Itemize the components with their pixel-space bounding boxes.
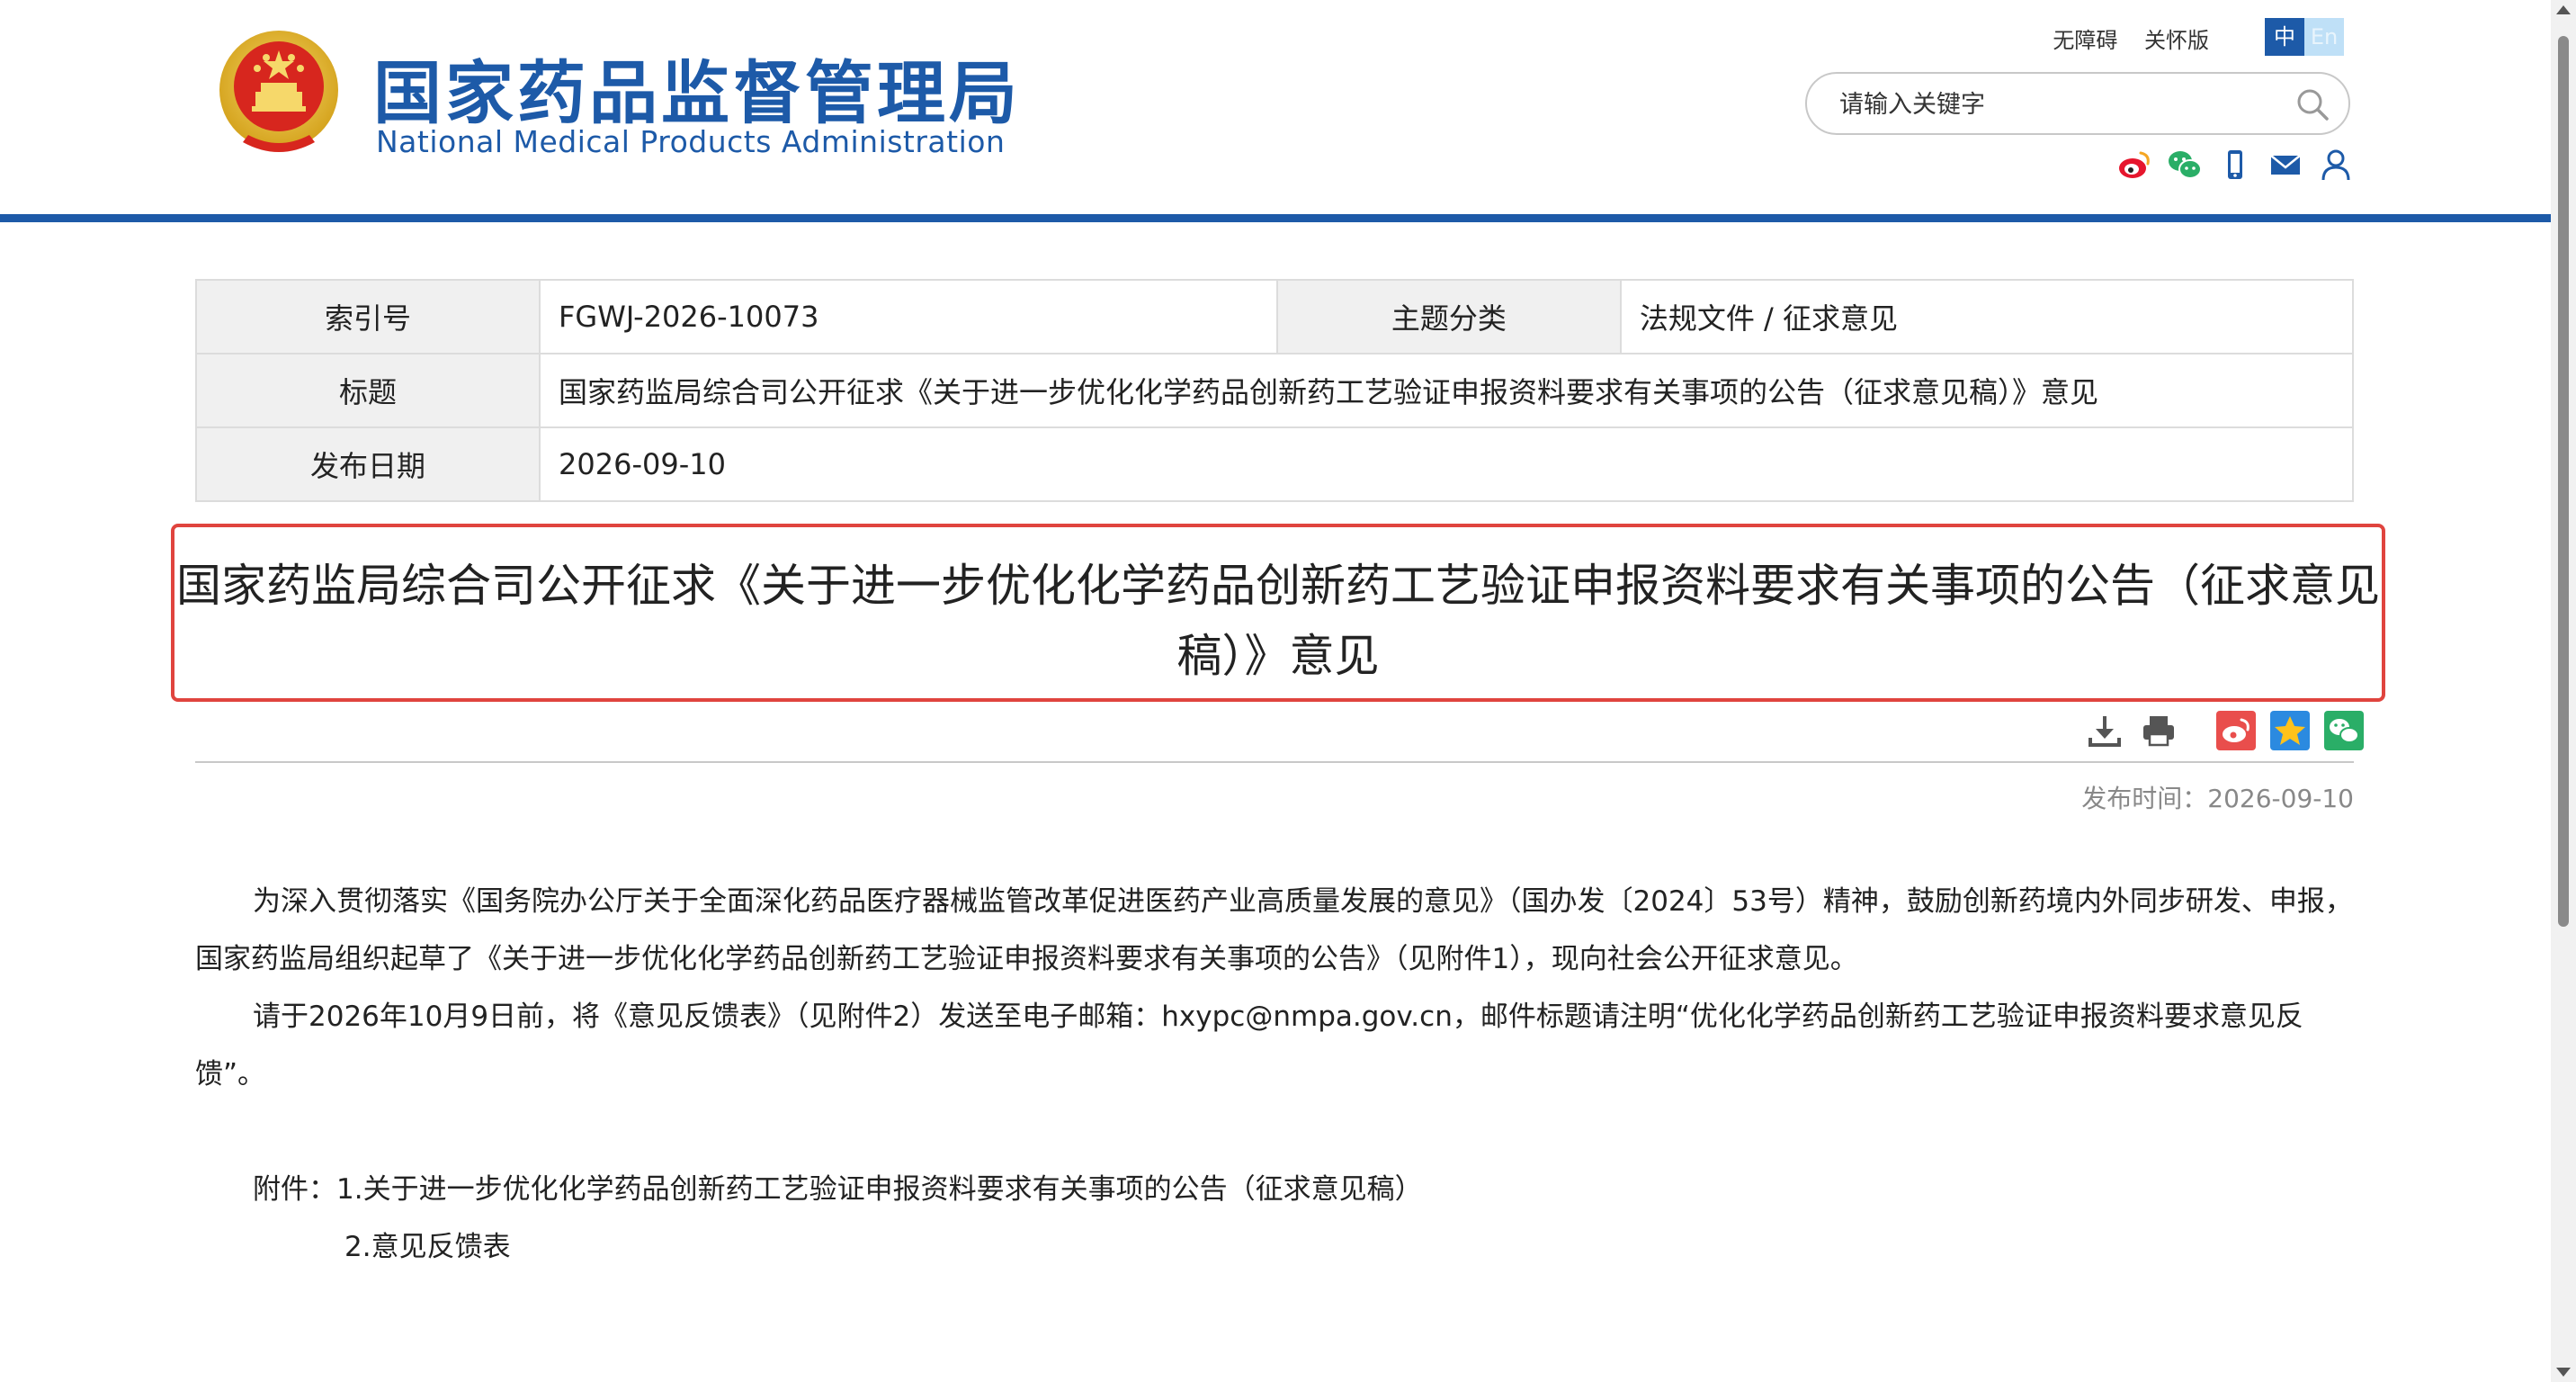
language-switch: 中 En: [2265, 18, 2344, 56]
attachment-link-2[interactable]: 2.意见反馈表: [195, 1218, 2354, 1276]
site-name-cn[interactable]: 国家药品监督管理局: [373, 38, 1021, 137]
article-paragraph-2: 请于2026年10月9日前，将《意见反馈表》（见附件2）发送至电子邮箱：hxyp…: [195, 1001, 2303, 1090]
share-weibo-icon[interactable]: [2216, 711, 2256, 750]
article-meta-table: 索引号 FGWJ-2026-10073 主题分类 法规文件 / 征求意见 标题 …: [195, 279, 2355, 502]
article-title: 国家药监局综合司公开征求《关于进一步优化化学药品创新药工艺验证申报资料要求有关事…: [176, 560, 2380, 682]
download-icon[interactable]: [2085, 711, 2124, 750]
search-input[interactable]: [1838, 83, 2273, 126]
meta-row-date: 发布日期 2026-09-10: [195, 426, 2354, 502]
title-label: 标题: [195, 353, 541, 428]
scroll-down-arrow[interactable]: [2556, 1368, 2571, 1377]
weibo-icon[interactable]: [2115, 146, 2153, 184]
national-emblem-icon[interactable]: [216, 27, 342, 162]
meta-row-index: 索引号 FGWJ-2026-10073 主题分类 法规文件 / 征求意见: [195, 279, 2355, 354]
wechat-icon[interactable]: [2166, 146, 2204, 184]
site-name-en[interactable]: National Medical Products Administration: [376, 124, 1005, 159]
article-body: 为深入贯彻落实《国务院办公厅关于全面深化药品医疗器械监管改革促进医药产业高质量发…: [195, 873, 2354, 1276]
search-icon[interactable]: [2294, 86, 2330, 122]
publish-time: 发布时间：2026-09-10: [2081, 784, 2354, 813]
elder-mode-link[interactable]: 关怀版: [2144, 28, 2209, 53]
lang-en-button[interactable]: En: [2304, 18, 2344, 56]
article-paragraph-1: 为深入贯彻落实《国务院办公厅关于全面深化药品医疗器械监管改革促进医药产业高质量发…: [195, 885, 2353, 975]
share-qzone-icon[interactable]: [2270, 711, 2310, 750]
header-divider: [0, 214, 2551, 222]
search-box: [1805, 72, 2350, 135]
topic-label: 主题分类: [1275, 279, 1622, 354]
tools-spacer: [2193, 711, 2202, 750]
scrollbar-thumb[interactable]: [2558, 36, 2569, 927]
user-icon[interactable]: [2317, 146, 2355, 184]
mail-icon[interactable]: [2267, 146, 2304, 184]
lang-zh-button[interactable]: 中: [2265, 18, 2304, 56]
title-value: 国家药监局综合司公开征求《关于进一步优化化学药品创新药工艺验证申报资料要求有关事…: [539, 353, 2354, 428]
title-separator: [195, 761, 2354, 763]
scroll-up-arrow[interactable]: [2556, 5, 2571, 14]
article-tools: [2085, 711, 2364, 750]
site-header: 国家药品监督管理局 National Medical Products Admi…: [0, 0, 2551, 216]
attachment-link-1[interactable]: 附件：1.关于进一步优化化学药品创新药工艺验证申报资料要求有关事项的公告（征求意…: [195, 1161, 2354, 1218]
top-links: 无障碍 关怀版: [2033, 22, 2209, 54]
date-value: 2026-09-10: [539, 426, 2354, 502]
page-scrollbar[interactable]: [2551, 0, 2576, 1382]
mobile-icon[interactable]: [2216, 146, 2254, 184]
article-title-highlight: 国家药监局综合司公开征求《关于进一步优化化学药品创新药工艺验证申报资料要求有关事…: [171, 524, 2385, 702]
print-icon[interactable]: [2139, 711, 2178, 750]
share-wechat-icon[interactable]: [2324, 711, 2364, 750]
meta-row-title: 标题 国家药监局综合司公开征求《关于进一步优化化学药品创新药工艺验证申报资料要求…: [195, 353, 2354, 428]
index-value: FGWJ-2026-10073: [539, 279, 1278, 354]
date-label: 发布日期: [195, 426, 541, 502]
index-label: 索引号: [195, 279, 541, 354]
accessibility-link[interactable]: 无障碍: [2053, 28, 2117, 53]
social-links: [2115, 146, 2355, 184]
topic-value: 法规文件 / 征求意见: [1619, 279, 2355, 354]
